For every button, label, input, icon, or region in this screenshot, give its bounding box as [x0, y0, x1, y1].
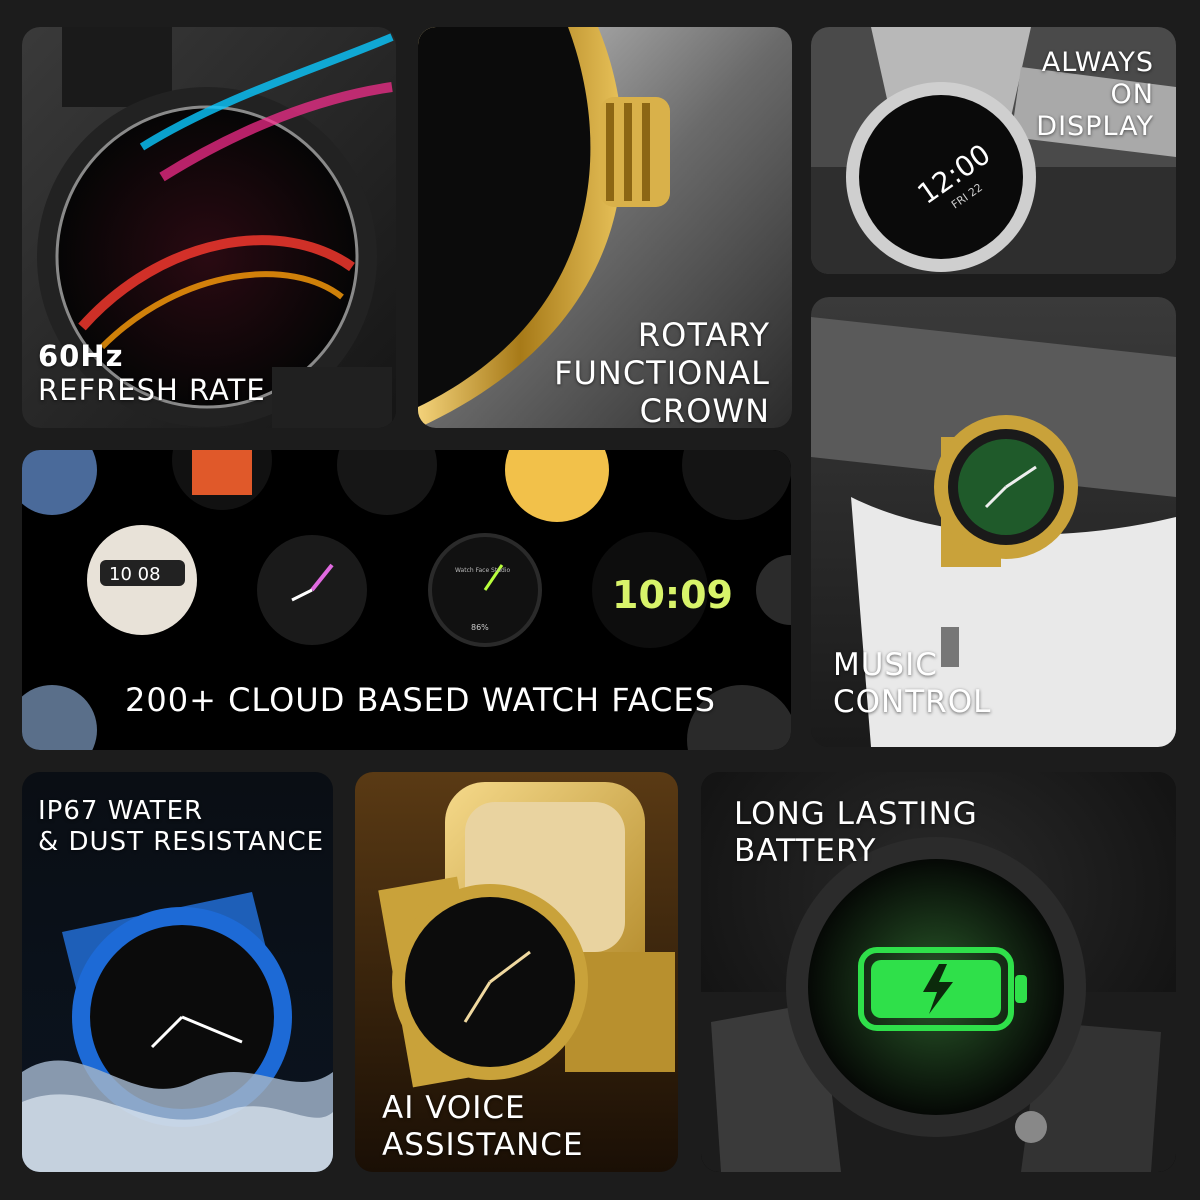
face-studio: Watch Face Studio — [455, 567, 511, 574]
voice-line1: AI VOICE — [382, 1090, 526, 1126]
music-line2: CONTROL — [833, 683, 992, 720]
refresh-rate-caption: 60Hz REFRESH RATE — [38, 339, 266, 407]
ai-voice-caption: AI VOICE ASSISTANCE — [382, 1090, 584, 1163]
always-on-display-tile: 12:00 FRI 22 ALWAYS ON DISPLAY — [811, 27, 1176, 274]
face-digits: 10:09 — [612, 573, 733, 617]
face-time: 10 08 — [109, 564, 161, 585]
aod-line3: DISPLAY — [1036, 110, 1154, 142]
ai-voice-tile: AI VOICE ASSISTANCE — [355, 772, 678, 1172]
battery-line2: BATTERY — [734, 832, 877, 869]
watch-faces-tile: 10 08 Watch Face Studio 86% 10:09 200+ C… — [22, 450, 791, 750]
rotary-crown-line2: FUNCTIONAL — [554, 353, 770, 392]
voice-line2: ASSISTANCE — [382, 1126, 584, 1163]
water-line2: & DUST RESISTANCE — [38, 826, 325, 857]
battery-caption: LONG LASTING BATTERY — [734, 796, 978, 869]
rotary-crown-caption: ROTARY FUNCTIONAL CROWN — [554, 316, 770, 428]
battery-line1: LONG LASTING — [734, 796, 978, 832]
watch-faces-caption: 200+ CLOUD BASED WATCH FACES — [125, 681, 716, 720]
rotary-crown-tile: ROTARY FUNCTIONAL CROWN — [418, 27, 792, 428]
water-resistance-caption: IP67 WATER & DUST RESISTANCE — [38, 796, 324, 857]
refresh-rate-label: REFRESH RATE — [38, 373, 266, 408]
aod-line1: ALWAYS — [1041, 47, 1154, 78]
music-control-caption: MUSIC CONTROL — [833, 647, 991, 720]
watch-faces-label: 200+ CLOUD BASED WATCH FACES — [125, 681, 716, 719]
music-line1: MUSIC — [833, 647, 938, 683]
face-pct: 86% — [471, 623, 489, 632]
music-control-tile: MUSIC CONTROL — [811, 297, 1176, 747]
refresh-rate-value: 60Hz — [38, 339, 124, 373]
always-on-display-caption: ALWAYS ON DISPLAY — [1036, 47, 1154, 143]
battery-tile: LONG LASTING BATTERY — [701, 772, 1176, 1172]
aod-line2: ON — [1110, 78, 1154, 110]
refresh-rate-tile: 60Hz REFRESH RATE — [22, 27, 396, 428]
rotary-crown-line3: CROWN — [639, 391, 770, 428]
rotary-crown-line1: ROTARY — [637, 316, 770, 354]
water-resistance-tile: IP67 WATER & DUST RESISTANCE — [22, 772, 333, 1172]
water-line1: IP67 WATER — [38, 796, 204, 826]
